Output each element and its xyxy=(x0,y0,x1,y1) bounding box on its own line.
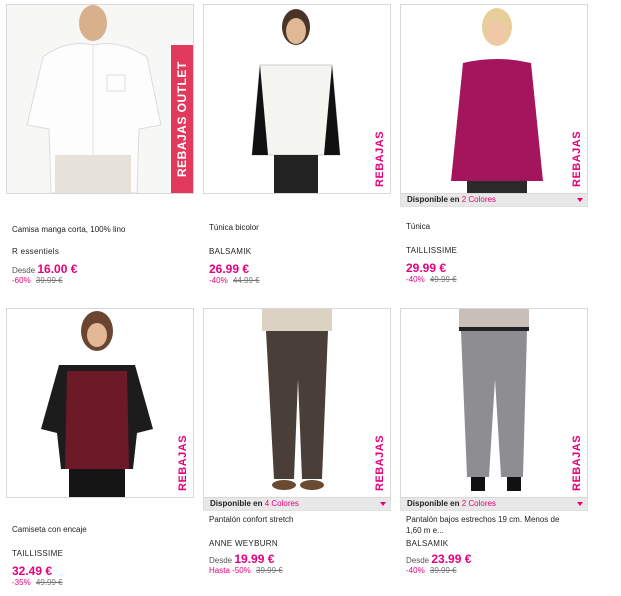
product-card[interactable]: REBAJAS Disponible en 4 Colores Pantalón… xyxy=(203,308,391,575)
chevron-down-icon[interactable] xyxy=(380,502,386,506)
product-card[interactable]: REBAJAS Disponible en 2 Colores Túnica T… xyxy=(400,4,588,284)
product-image[interactable]: REBAJAS xyxy=(203,4,391,194)
rebajas-tag: REBAJAS xyxy=(173,429,193,497)
product-image[interactable]: REBAJAS OUTLET xyxy=(6,4,194,194)
product-brand: BALSAMIK xyxy=(406,539,449,548)
magenta-tunic-illustration xyxy=(401,5,587,193)
colors-label: Disponible en xyxy=(407,499,460,508)
product-brand: TAILLISSIME xyxy=(12,549,64,558)
chevron-down-icon[interactable] xyxy=(577,502,583,506)
discount: -35% xyxy=(12,578,31,587)
product-price: 16.00 € xyxy=(37,262,78,276)
discount: -40% xyxy=(209,276,228,285)
product-image[interactable]: REBAJAS xyxy=(400,308,588,498)
price-line: 26.99 € xyxy=(203,262,391,276)
price-line: 32.49 € xyxy=(6,564,194,578)
grey-trousers-illustration xyxy=(401,309,587,497)
old-price: 49.99 € xyxy=(35,578,63,587)
discount: -60% xyxy=(12,276,31,285)
white-shirt-illustration xyxy=(7,5,193,193)
discount-line: -60% 39.99 € xyxy=(6,276,194,285)
price-line: 29.99 € xyxy=(400,261,588,275)
old-price: 49.99 € xyxy=(429,275,457,284)
discount: Hasta -50% xyxy=(209,566,251,575)
outlet-tag: REBAJAS OUTLET xyxy=(171,45,193,193)
brown-trousers-illustration xyxy=(204,309,390,497)
discount-line: Hasta -50% 39.99 € xyxy=(203,566,391,575)
product-image[interactable]: REBAJAS xyxy=(203,308,391,498)
colors-link[interactable]: 2 Colores xyxy=(462,499,496,508)
price-prefix: Desde xyxy=(209,556,233,565)
discount-line: -40% 39.99 € xyxy=(400,566,588,575)
product-title[interactable]: Pantalón bajos estrechos 19 cm. Menos de… xyxy=(400,514,576,536)
colors-bar[interactable]: Disponible en 4 Colores xyxy=(203,498,391,511)
product-brand: R essentiels xyxy=(12,247,60,256)
product-title[interactable]: Pantalón confort stretch xyxy=(203,514,391,525)
product-card[interactable]: REBAJAS Camiseta con encaje TAILLISSIME … xyxy=(6,308,194,587)
chevron-down-icon[interactable] xyxy=(577,198,583,202)
colors-label: Disponible en xyxy=(407,195,460,204)
discount-line: -35% 49.99 € xyxy=(6,578,194,587)
product-title[interactable]: Túnica bicolor xyxy=(203,222,391,233)
product-brand: TAILLISSIME xyxy=(406,246,458,255)
rebajas-tag: REBAJAS xyxy=(370,125,390,193)
tunic-illustration xyxy=(204,5,390,193)
product-price: 32.49 € xyxy=(12,564,53,578)
discount-line: -40% 49.99 € xyxy=(400,275,588,284)
colors-label: Disponible en xyxy=(210,499,263,508)
discount: -40% xyxy=(406,275,425,284)
colors-link[interactable]: 4 Colores xyxy=(265,499,299,508)
product-brand: ANNE WEYBURN xyxy=(209,539,278,548)
product-card[interactable]: REBAJAS Túnica bicolor BALSAMIK 26.99 € … xyxy=(203,4,391,285)
discount: -40% xyxy=(406,566,425,575)
price-prefix: Desde xyxy=(12,266,36,275)
old-price: 39.99 € xyxy=(35,276,63,285)
discount-line: -40% 44.99 € xyxy=(203,276,391,285)
product-price: 23.99 € xyxy=(431,552,472,566)
colors-bar[interactable]: Disponible en 2 Colores xyxy=(400,194,588,207)
product-brand: BALSAMIK xyxy=(209,247,252,256)
lace-tshirt-illustration xyxy=(7,309,193,497)
colors-bar[interactable]: Disponible en 2 Colores xyxy=(400,498,588,511)
colors-link[interactable]: 2 Colores xyxy=(462,195,496,204)
old-price: 39.99 € xyxy=(429,566,457,575)
product-price: 29.99 € xyxy=(406,261,447,275)
product-price: 19.99 € xyxy=(234,552,275,566)
product-price: 26.99 € xyxy=(209,262,250,276)
price-prefix: Desde xyxy=(406,556,430,565)
product-title[interactable]: Camiseta con encaje xyxy=(6,524,194,535)
price-line: Desde 16.00 € xyxy=(6,262,194,276)
product-title[interactable]: Túnica xyxy=(400,221,588,232)
product-image[interactable]: REBAJAS xyxy=(6,308,194,498)
product-title[interactable]: Camisa manga corta, 100% lino xyxy=(6,224,194,235)
old-price: 44.99 € xyxy=(232,276,260,285)
old-price: 39.99 € xyxy=(256,566,283,575)
rebajas-tag: REBAJAS xyxy=(370,429,390,497)
price-line: Desde 23.99 € xyxy=(400,552,588,566)
product-card[interactable]: REBAJAS Disponible en 2 Colores Pantalón… xyxy=(400,308,588,575)
price-line: Desde 19.99 € xyxy=(203,552,391,566)
product-image[interactable]: REBAJAS xyxy=(400,4,588,194)
product-card[interactable]: REBAJAS OUTLET Camisa manga corta, 100% … xyxy=(6,4,194,285)
rebajas-tag: REBAJAS xyxy=(567,125,587,193)
rebajas-tag: REBAJAS xyxy=(567,429,587,497)
